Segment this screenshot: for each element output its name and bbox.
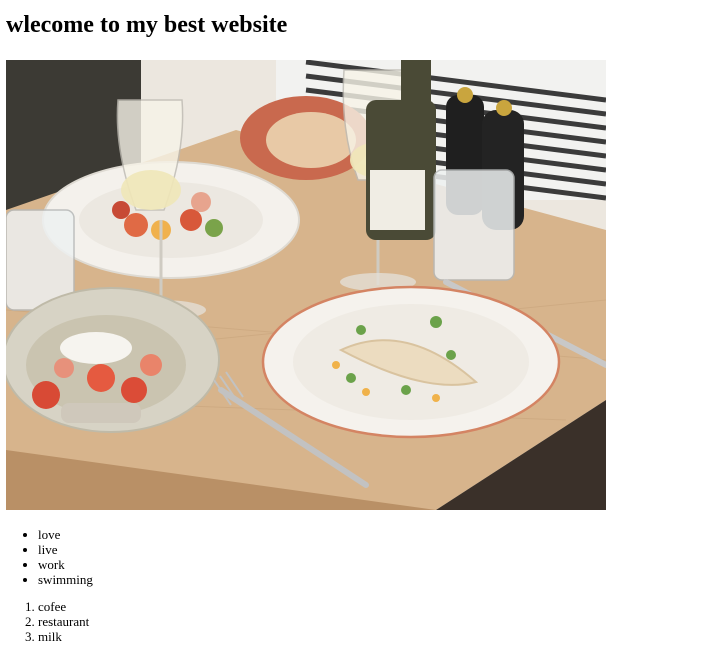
- unordered-list: love live work swimming: [6, 527, 93, 587]
- ordered-list: cofee restaurant milk: [6, 599, 89, 644]
- list-item: restaurant: [38, 614, 89, 629]
- list-item: love: [38, 527, 93, 542]
- restaurant-photo: [6, 60, 606, 510]
- list-item: milk: [38, 629, 89, 644]
- page-title: wlecome to my best website: [6, 12, 288, 38]
- list-item: work: [38, 557, 93, 572]
- list-item: swimming: [38, 572, 93, 587]
- list-item: cofee: [38, 599, 89, 614]
- list-item: live: [38, 542, 93, 557]
